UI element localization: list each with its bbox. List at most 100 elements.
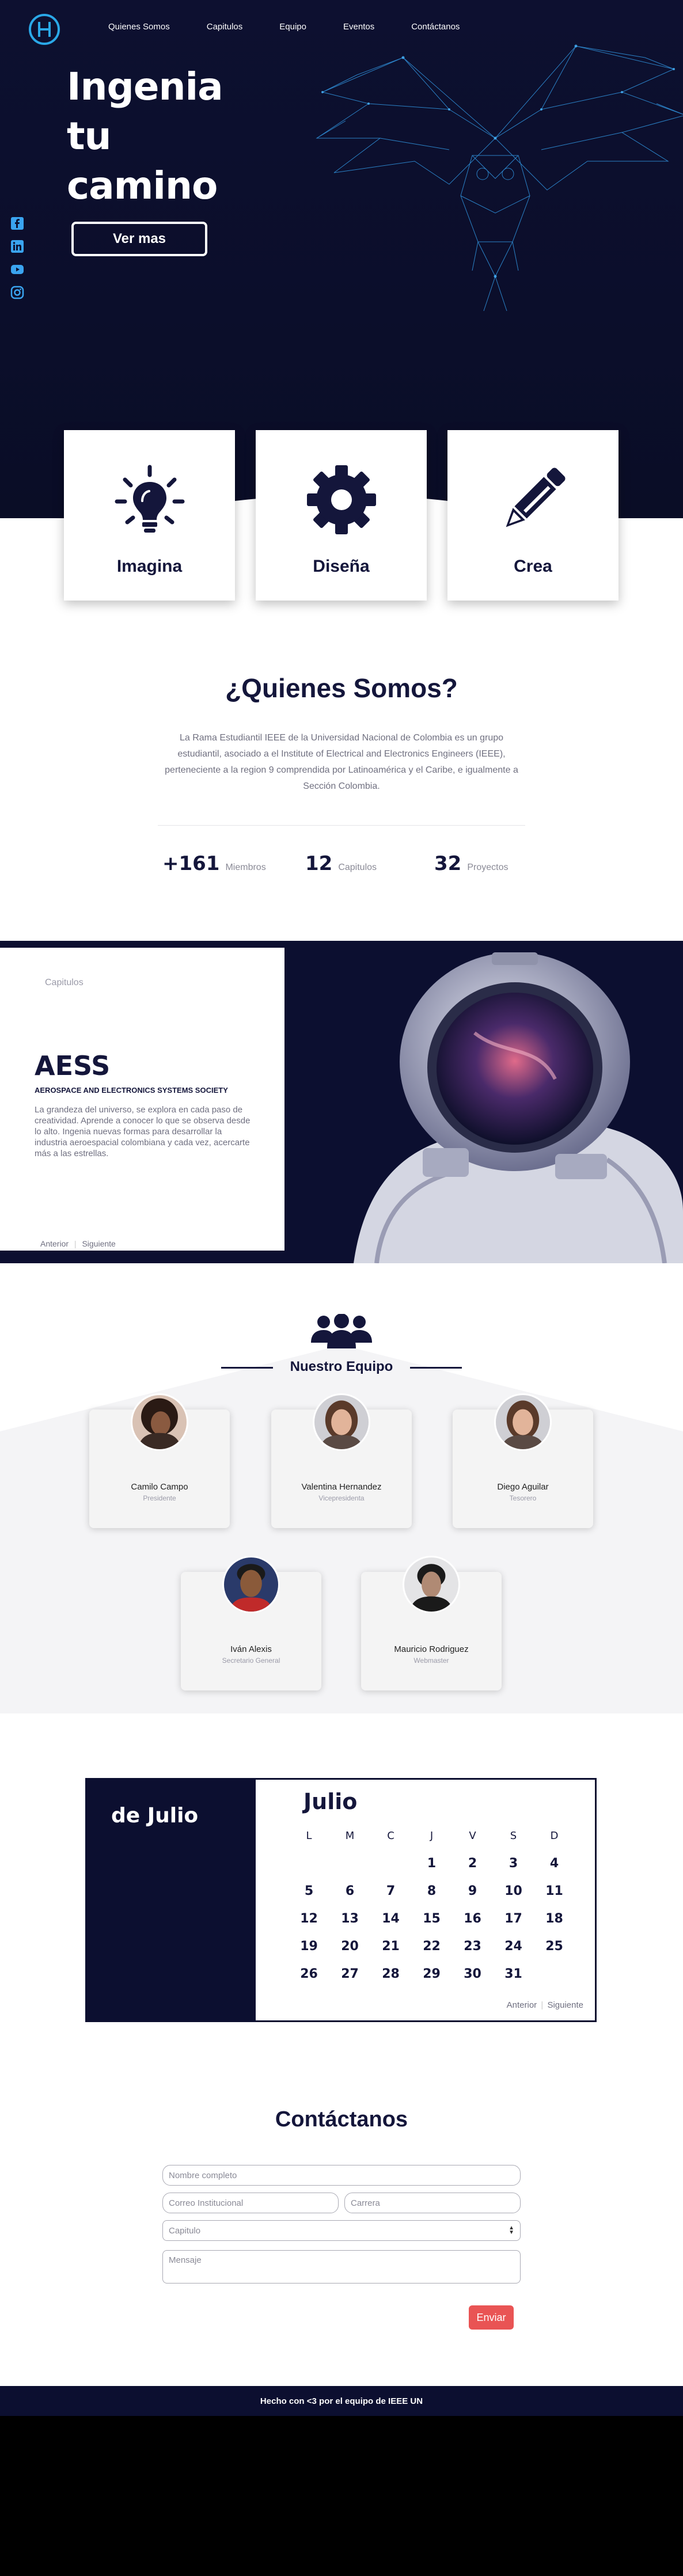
- astronaut-image: [354, 952, 683, 1263]
- nav-eventos[interactable]: Eventos: [343, 22, 374, 32]
- member-name: Camilo Campo: [131, 1482, 188, 1492]
- calendar-day[interactable]: 2: [452, 1853, 493, 1874]
- about-text: La Rama Estudiantil IEEE de la Universid…: [165, 733, 518, 791]
- calendar-day[interactable]: 31: [493, 1964, 534, 1984]
- chapter-select[interactable]: Capitulo ▲ ▼: [162, 2220, 521, 2241]
- calendar-empty-cell: [329, 1853, 370, 1874]
- calendar-day[interactable]: 7: [370, 1881, 411, 1901]
- chapter-panel: Capitulos AESS AEROSPACE AND ELECTRONICS…: [0, 948, 284, 1251]
- calendar-day[interactable]: 18: [534, 1909, 575, 1929]
- card-imagina: Imagina: [64, 430, 235, 601]
- calendar-day-label: de Julio: [111, 1804, 199, 1827]
- calendar-day[interactable]: 23: [452, 1936, 493, 1956]
- calendar-day[interactable]: 20: [329, 1936, 370, 1956]
- calendar-weekday: S: [510, 1830, 517, 1842]
- footer: Hecho con <3 por el equipo de IEEE UN: [0, 2386, 683, 2576]
- member-role: Secretario General: [222, 1656, 280, 1665]
- instagram-icon[interactable]: [10, 286, 24, 299]
- stat-miembros: +161 Miembros: [162, 852, 266, 875]
- calendar-empty-cell: [289, 1853, 329, 1874]
- card-label: Imagina: [116, 557, 183, 576]
- calendar-day[interactable]: 22: [411, 1936, 452, 1956]
- calendar-day[interactable]: 11: [534, 1881, 575, 1901]
- chapter-name: AESS: [35, 1050, 111, 1081]
- card-label: Crea: [514, 557, 552, 576]
- member-card: Iván Alexis Secretario General: [181, 1556, 321, 1690]
- member-role: Webmaster: [413, 1656, 449, 1665]
- calendar-grid: L M C J V S D 1 2 3 4 5 6 7 8 9 10 11 12 13 14 15 16 17 18 19 20 21…: [289, 1826, 575, 1984]
- name-field[interactable]: Nombre completo: [162, 2165, 521, 2186]
- message-field[interactable]: Mensaje: [162, 2250, 521, 2284]
- calendar-day[interactable]: 6: [329, 1881, 370, 1901]
- calendar-day[interactable]: 24: [493, 1936, 534, 1956]
- avatar: [313, 1393, 370, 1451]
- calendar-day[interactable]: 12: [289, 1909, 329, 1929]
- chapter-label: Capitulos: [45, 978, 84, 987]
- facebook-icon[interactable]: [10, 216, 24, 230]
- chapter-subtitle: AEROSPACE AND ELECTRONICS SYSTEMS SOCIET…: [35, 1086, 228, 1095]
- gear-icon: [306, 465, 376, 534]
- calendar-day[interactable]: 25: [534, 1936, 575, 1956]
- calendar-day[interactable]: 9: [452, 1881, 493, 1901]
- calendar-day[interactable]: 30: [452, 1964, 493, 1984]
- calendar-pager: Anterior | Siguiente: [506, 2000, 583, 2010]
- calendar-day[interactable]: 16: [452, 1909, 493, 1929]
- team-icon: [311, 1314, 372, 1348]
- calendar-day[interactable]: 4: [534, 1853, 575, 1874]
- career-field[interactable]: Carrera: [344, 2193, 521, 2213]
- card-crea: Crea: [447, 430, 619, 601]
- calendar-day[interactable]: 1: [411, 1853, 452, 1874]
- owl-illustration: [316, 44, 683, 311]
- calendar-month: Julio: [303, 1789, 358, 1814]
- avatar: [222, 1556, 280, 1613]
- calendar-day[interactable]: 28: [370, 1964, 411, 1984]
- nav-equipo[interactable]: Equipo: [279, 22, 306, 32]
- calendar-day[interactable]: 3: [493, 1853, 534, 1874]
- calendar-weekday: J: [430, 1830, 434, 1842]
- contact-title: Contáctanos: [275, 2107, 408, 2132]
- chapter-pager: Anterior | Siguiente: [40, 1239, 116, 1248]
- linkedin-icon[interactable]: [10, 240, 24, 253]
- stat-proyectos: 32 Proyectos: [434, 852, 509, 875]
- avatar: [403, 1556, 460, 1613]
- ver-mas-button[interactable]: Ver mas: [71, 222, 207, 256]
- calendar-day[interactable]: 29: [411, 1964, 452, 1984]
- calendar-day[interactable]: 21: [370, 1936, 411, 1956]
- calendar-day[interactable]: 10: [493, 1881, 534, 1901]
- ieee-logo[interactable]: [28, 13, 61, 46]
- calendar-day[interactable]: 8: [411, 1881, 452, 1901]
- chapter-next-link[interactable]: Siguiente: [82, 1239, 115, 1248]
- calendar-day[interactable]: 13: [329, 1909, 370, 1929]
- member-card: Diego Aguilar Tesorero: [453, 1393, 593, 1528]
- youtube-icon[interactable]: [10, 263, 24, 276]
- member-card: Mauricio Rodriguez Webmaster: [361, 1556, 502, 1690]
- nav-capitulos[interactable]: Capitulos: [207, 22, 243, 32]
- calendar-day[interactable]: 27: [329, 1964, 370, 1984]
- calendar-day[interactable]: 19: [289, 1936, 329, 1956]
- calendar-prev-link[interactable]: Anterior: [507, 2000, 537, 2010]
- calendar-day[interactable]: 26: [289, 1964, 329, 1984]
- chapter-prev-link[interactable]: Anterior: [40, 1239, 69, 1248]
- calendar-next-link[interactable]: Siguiente: [547, 2000, 583, 2010]
- calendar-weekday: L: [306, 1830, 312, 1842]
- about-divider: [158, 825, 525, 826]
- calendar-weekday: M: [345, 1830, 355, 1842]
- chapter-description: La grandeza del universo, se explora en …: [35, 1105, 251, 1158]
- member-name: Valentina Hernandez: [301, 1482, 382, 1492]
- calendar-day[interactable]: 14: [370, 1909, 411, 1929]
- calendar-empty-cell: [534, 1964, 575, 1984]
- avatar: [494, 1393, 552, 1451]
- send-button[interactable]: Enviar: [469, 2305, 514, 2330]
- calendar-day[interactable]: 15: [411, 1909, 452, 1929]
- nav-contactanos[interactable]: Contáctanos: [411, 22, 460, 32]
- email-field[interactable]: Correo Institucional: [162, 2193, 339, 2213]
- hero-title: Ingenia tu camino: [67, 64, 223, 208]
- member-name: Diego Aguilar: [497, 1482, 549, 1492]
- calendar-day[interactable]: 5: [289, 1881, 329, 1901]
- calendar-day[interactable]: 17: [493, 1909, 534, 1929]
- calendar-empty-cell: [370, 1853, 411, 1874]
- lightbulb-icon: [115, 465, 184, 533]
- calendar-weekday: V: [469, 1830, 476, 1842]
- team-title: Nuestro Equipo: [290, 1359, 393, 1374]
- nav-quienes-somos[interactable]: Quienes Somos: [108, 22, 170, 32]
